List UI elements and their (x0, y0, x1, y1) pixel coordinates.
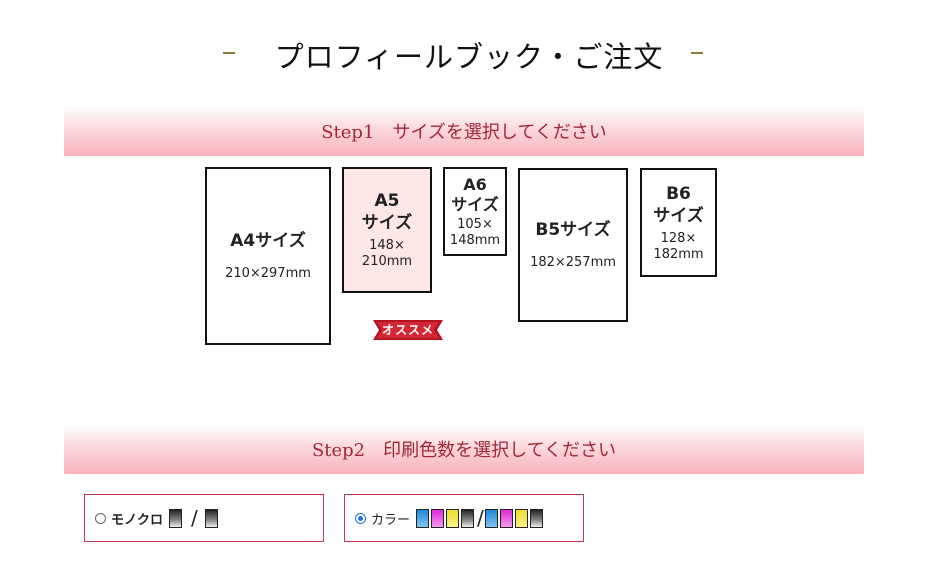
size-option-a4[interactable]: A4サイズ 210×297mm (205, 167, 331, 345)
size-dims-line1: 148× (369, 238, 405, 253)
separator: / (191, 506, 198, 530)
page-header: プロフィールブック・ご注文 (0, 30, 938, 76)
size-name-line2: サイズ (451, 194, 499, 214)
color-label: カラー (371, 512, 411, 528)
size-option-a6[interactable]: A6 サイズ 105× 148mm (443, 167, 507, 256)
size-dims-line1: 105× (457, 216, 493, 232)
size-option-b6[interactable]: B6 サイズ 128× 182mm (640, 168, 717, 277)
size-name-line1: B6 (666, 183, 691, 204)
title-dash-right (691, 52, 703, 54)
cyan-ink-icon (416, 508, 430, 528)
size-name-line1: A5 (374, 191, 400, 211)
size-dims-line2: 210mm (361, 254, 413, 269)
black-ink-icon (461, 508, 475, 528)
size-dims-line2: 182mm (653, 246, 704, 262)
recommend-badge-text: オススメ (381, 323, 434, 337)
page-title: プロフィールブック・ご注文 (274, 40, 664, 74)
monochrome-label: モノクロ (111, 512, 164, 528)
cyan-ink-icon (484, 508, 498, 528)
color-option-color[interactable]: カラー / (344, 494, 584, 542)
size-option-b5[interactable]: B5サイズ 182×257mm (518, 168, 628, 322)
recommend-badge: オススメ (373, 320, 443, 340)
black-ink-icon (204, 508, 218, 528)
size-dims-line1: 128× (660, 230, 697, 246)
black-ink-icon (529, 508, 543, 528)
magenta-ink-icon (431, 508, 445, 528)
step2-label: Step2 印刷色数を選択してください (311, 440, 617, 461)
black-ink-icon (169, 508, 183, 528)
size-dims: 182×257mm (530, 255, 616, 270)
size-name-line1: A6 (463, 174, 487, 194)
yellow-ink-icon (446, 508, 460, 528)
step1-label: Step1 サイズを選択してください (321, 122, 607, 143)
separator: / (477, 506, 484, 530)
size-name-line2: サイズ (361, 213, 413, 233)
monochrome-radio[interactable] (95, 512, 106, 524)
size-name-line2: サイズ (653, 205, 704, 226)
size-option-a5[interactable]: A5 サイズ 148× 210mm (342, 167, 432, 293)
step2-header: Step2 印刷色数を選択してください (64, 424, 864, 474)
yellow-ink-icon (514, 508, 528, 528)
size-name: A4サイズ (230, 231, 306, 251)
size-dims-line2: 148mm (449, 232, 501, 248)
magenta-ink-icon (499, 508, 513, 528)
size-name: B5サイズ (535, 220, 611, 240)
color-radio[interactable] (355, 512, 366, 524)
size-dims: 210×297mm (225, 266, 311, 281)
color-option-monochrome[interactable]: モノクロ / (84, 494, 324, 542)
step1-header: Step1 サイズを選択してください (64, 106, 864, 156)
